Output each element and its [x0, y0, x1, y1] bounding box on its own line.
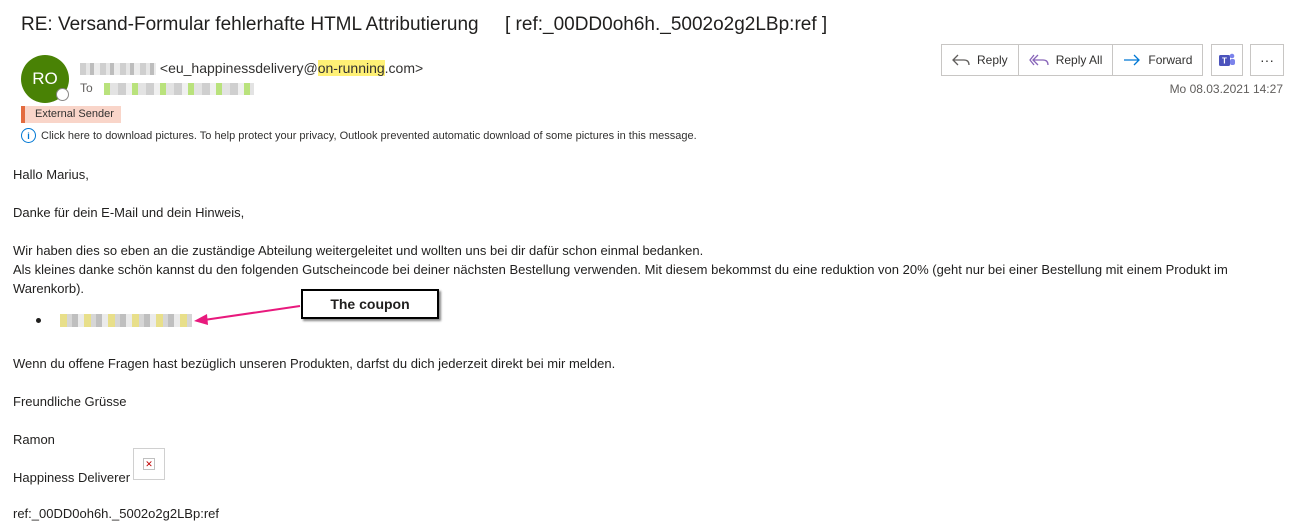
recipient-line: To [80, 81, 255, 95]
sender-address-prefix: <eu_happinessdelivery@ [159, 60, 318, 76]
svg-text:T: T [1222, 57, 1227, 66]
broken-image-placeholder[interactable]: ✕ [133, 448, 165, 480]
forward-button[interactable]: Forward [1113, 45, 1202, 75]
to-label: To [80, 81, 93, 95]
greeting: Hallo Marius, [13, 167, 89, 182]
forward-label: Forward [1148, 53, 1193, 67]
received-date: Mo 08.03.2021 14:27 [1169, 82, 1283, 96]
download-pictures-text[interactable]: Click here to download pictures. To help… [41, 130, 697, 142]
more-actions-button[interactable]: ··· [1250, 44, 1284, 76]
redacted-sender-name [80, 63, 156, 76]
teams-button[interactable]: T [1211, 44, 1243, 76]
teams-icon: T [1219, 53, 1235, 66]
redacted-coupon-code [60, 314, 192, 327]
signature-name: Ramon [13, 432, 55, 447]
coupon-annotation-label: The coupon [301, 289, 439, 319]
sender-address-suffix: .com> [384, 60, 424, 76]
message-actions: Reply Reply All Forward [941, 44, 1204, 76]
external-sender-badge: External Sender [21, 106, 121, 123]
annotation-arrow [194, 305, 301, 325]
reply-label: Reply [977, 53, 1008, 67]
reply-button[interactable]: Reply [942, 45, 1019, 75]
signature-team: Happiness Deliverer [13, 470, 131, 485]
reply-all-icon [1028, 54, 1049, 66]
sender-address-domain: on-running [317, 60, 385, 76]
body-paragraph-3a: Als kleines danke schön kannst du den fo… [13, 262, 1228, 277]
forward-icon [1124, 54, 1141, 66]
reference-id: ref:_00DD0oh6h._5002o2g2LBp:ref [13, 506, 219, 521]
presence-status-icon [56, 88, 69, 101]
body-paragraph-3b: Warenkorb). [13, 281, 85, 296]
broken-image-icon: ✕ [143, 458, 155, 470]
download-pictures-banner[interactable]: i Click here to download pictures. To he… [21, 128, 697, 143]
list-bullet [36, 318, 41, 323]
info-icon: i [21, 128, 36, 143]
closing: Freundliche Grüsse [13, 394, 127, 409]
body-paragraph-1: Danke für dein E-Mail und dein Hinweis, [13, 205, 245, 220]
body-paragraph-4: Wenn du offene Fragen hast bezüglich uns… [13, 356, 616, 371]
reply-all-button[interactable]: Reply All [1019, 45, 1114, 75]
reply-all-label: Reply All [1055, 53, 1103, 67]
email-subject: RE: Versand-Formular fehlerhafte HTML At… [21, 14, 828, 35]
body-paragraph-2: Wir haben dies so eben an die zuständige… [13, 243, 704, 258]
redacted-recipient[interactable] [104, 82, 255, 95]
reply-icon [952, 54, 970, 66]
sender-line[interactable]: <eu_happinessdelivery@on-running.com> [80, 60, 423, 76]
